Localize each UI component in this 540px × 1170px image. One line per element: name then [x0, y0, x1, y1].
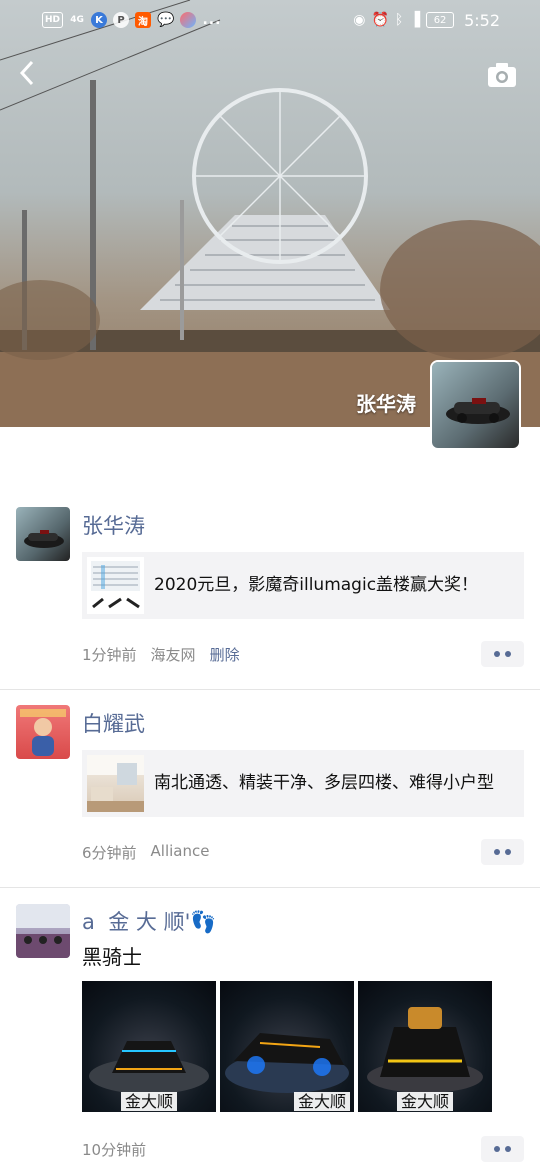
k-app-icon: K	[91, 12, 108, 28]
footprints-emoji: 👣	[190, 910, 217, 934]
shared-link-card[interactable]: 南北通透、精装干净、多层四楼、难得小户型	[82, 750, 524, 817]
clock-time: 5:52	[464, 10, 500, 30]
author-avatar[interactable]	[16, 705, 70, 759]
signal-icon: 4G	[70, 15, 84, 25]
photo-caption-text: 金大顺	[293, 1092, 350, 1111]
bluetooth-icon: ᛒ	[394, 12, 404, 28]
photo-caption: 金大顺	[220, 1088, 354, 1112]
post-text: 黑骑士	[82, 945, 142, 969]
camera-icon	[488, 63, 516, 87]
link-thumbnail	[87, 755, 144, 812]
photo-caption-text: 金大顺	[396, 1092, 453, 1111]
delete-link[interactable]: 删除	[210, 644, 240, 665]
post-divider	[0, 887, 540, 888]
race-car-image	[446, 398, 510, 424]
author-avatar[interactable]	[16, 507, 70, 561]
profile-name: 张华涛	[356, 392, 416, 416]
author-name-text: a 金 大 顺'	[82, 910, 191, 934]
photo-caption-text: 金大顺	[120, 1092, 177, 1111]
dot-icon	[494, 651, 500, 657]
author-name[interactable]: 张华涛	[82, 510, 145, 540]
post-source[interactable]: 海友网	[151, 644, 196, 665]
dot-icon	[505, 1146, 511, 1152]
chevron-left-icon	[19, 60, 34, 86]
link-title: 南北通透、精装干净、多层四楼、难得小户型	[154, 773, 494, 793]
status-bar-right: ◉ ⏰ ᛒ ▐ 62 5:52	[353, 11, 500, 30]
stage-photo-image	[16, 904, 70, 958]
taobao-icon: 淘	[135, 12, 152, 28]
app-icon	[180, 12, 197, 28]
author-name[interactable]: a 金 大 顺'👣	[82, 906, 217, 936]
more-notifications-icon: ...	[202, 12, 222, 28]
link-thumbnail	[87, 557, 144, 614]
camera-button[interactable]	[486, 60, 518, 90]
post-meta: 10分钟前	[82, 1139, 146, 1160]
dot-icon	[505, 849, 511, 855]
more-actions-button[interactable]	[481, 641, 524, 667]
author-name[interactable]: 白耀武	[82, 708, 145, 738]
more-actions-button[interactable]	[481, 839, 524, 865]
more-actions-button[interactable]	[481, 1136, 524, 1162]
dot-icon	[505, 651, 511, 657]
vibrate-icon: ▐	[409, 12, 421, 28]
photo-caption: 金大顺	[82, 1088, 216, 1112]
post-meta: 1分钟前 海友网 删除	[82, 644, 240, 665]
post-divider	[0, 689, 540, 690]
hd-icon: HD	[42, 12, 64, 28]
post-meta: 6分钟前 Alliance	[82, 842, 210, 863]
post-photo-2[interactable]: 金大顺	[220, 981, 354, 1112]
apartment-room-image	[87, 755, 144, 812]
dot-icon	[494, 849, 500, 855]
message-icon: 💬	[157, 12, 175, 28]
author-avatar[interactable]	[16, 904, 70, 958]
profile-avatar[interactable]	[432, 362, 519, 448]
post-photo-3[interactable]: 金大顺	[358, 981, 492, 1112]
race-car-image	[24, 530, 64, 548]
alarm-icon: ⏰	[371, 12, 389, 28]
post-time: 10分钟前	[82, 1141, 147, 1159]
status-bar-left: HD 4G K P 淘 💬 ...	[42, 12, 221, 28]
p-app-icon: P	[113, 12, 130, 28]
status-bar: HD 4G K P 淘 💬 ... ◉ ⏰ ᛒ ▐ 62 5:52	[0, 0, 540, 40]
lamp-product-image	[91, 561, 140, 609]
post-photo-1[interactable]: 金大顺	[82, 981, 216, 1112]
battery-icon: 62	[426, 12, 455, 28]
back-button[interactable]	[14, 56, 44, 90]
post-source[interactable]: Alliance	[151, 842, 210, 863]
post-time: 1分钟前	[82, 646, 137, 664]
link-title: 2020元旦，影魔奇illumagic盖楼赢大奖！	[154, 575, 479, 595]
child-photo-image	[20, 709, 66, 756]
dot-icon	[494, 1146, 500, 1152]
post-time: 6分钟前	[82, 844, 137, 862]
eye-icon: ◉	[353, 12, 366, 28]
photo-caption: 金大顺	[358, 1088, 492, 1112]
shared-link-card[interactable]: 2020元旦，影魔奇illumagic盖楼赢大奖！	[82, 552, 524, 619]
